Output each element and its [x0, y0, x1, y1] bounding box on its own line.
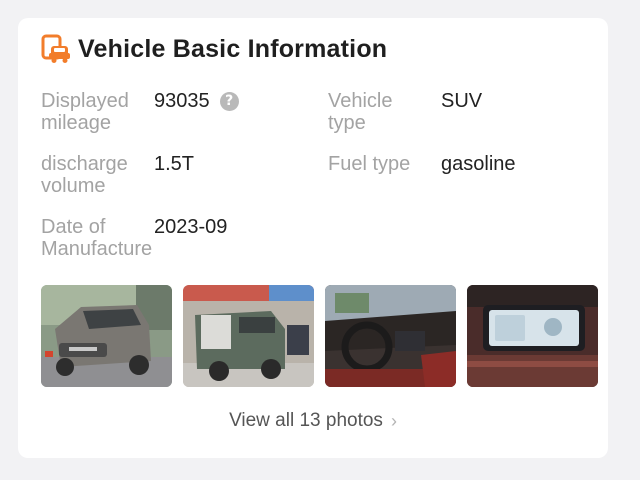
question-circle-icon[interactable]: ? — [219, 91, 239, 111]
section-header: Vehicle Basic Information — [40, 34, 387, 64]
photo-strip — [41, 285, 598, 387]
vehicle-type-value: SUV — [441, 90, 483, 112]
photo-exterior-rear[interactable] — [183, 285, 314, 387]
fuel-type-value: gasoline — [441, 153, 516, 175]
photo-interior-dashboard[interactable] — [467, 285, 598, 387]
discharge-volume-label: discharge volume — [41, 153, 128, 197]
fuel-type-label: Fuel type — [328, 153, 411, 175]
interior-dashboard-image — [467, 285, 598, 387]
interior-steering-image — [325, 285, 456, 387]
suv-rear-image — [183, 285, 314, 387]
car-document-icon — [41, 34, 70, 63]
manufacture-date-value: 2023-09 — [154, 216, 228, 238]
chevron-right-icon: › — [390, 410, 397, 431]
mileage-value: 93035 ? — [154, 90, 239, 112]
mileage-label: Displayed mileage — [41, 90, 129, 134]
discharge-volume-value: 1.5T — [154, 153, 195, 175]
vehicle-info-card: Vehicle Basic Information Displayed mile… — [18, 18, 608, 458]
view-all-label: View all 13 photos — [229, 410, 383, 431]
manufacture-date-label: Date of Manufacture — [41, 216, 153, 260]
section-title: Vehicle Basic Information — [78, 34, 388, 63]
vehicle-type-label: Vehicle type — [328, 90, 393, 134]
photo-interior-steering[interactable] — [325, 285, 456, 387]
photo-exterior-front[interactable] — [41, 285, 172, 387]
view-all-photos-link[interactable]: View all 13 photos › — [18, 410, 608, 432]
suv-front-image — [41, 285, 172, 387]
